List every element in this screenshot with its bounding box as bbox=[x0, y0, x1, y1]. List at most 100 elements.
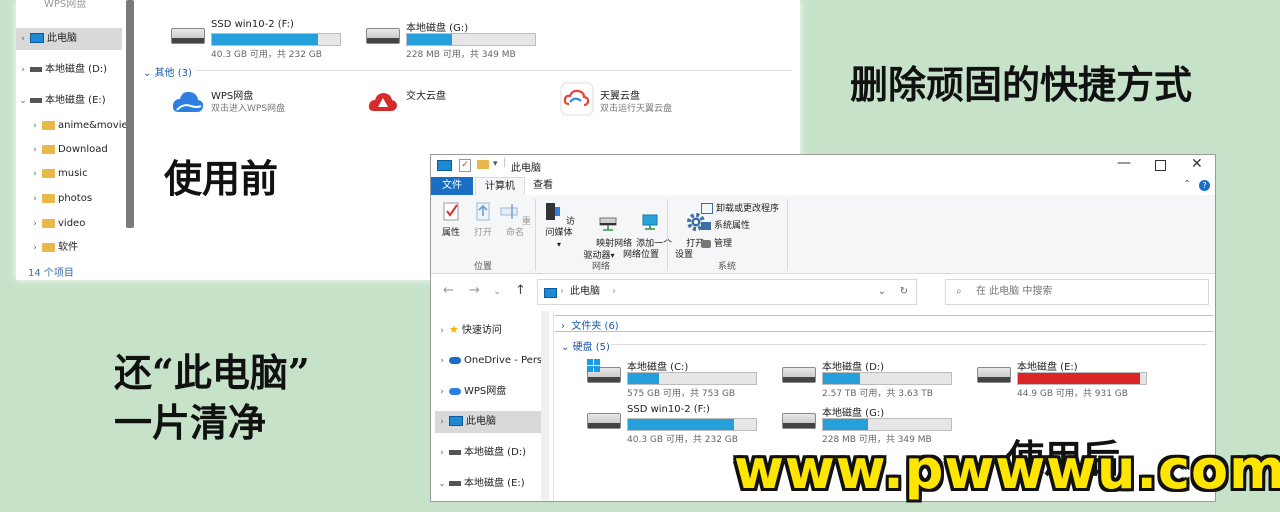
maximize-button[interactable] bbox=[1155, 160, 1166, 171]
new-folder-quick-icon[interactable] bbox=[477, 160, 489, 169]
nav-scrollbar[interactable] bbox=[541, 311, 549, 501]
nav-item-folder[interactable]: › video bbox=[28, 213, 85, 235]
properties-quick-icon[interactable]: ✓ bbox=[459, 159, 471, 172]
open-button[interactable]: 打开 bbox=[469, 201, 497, 239]
wps-cloud-icon bbox=[449, 387, 461, 395]
folder-icon bbox=[42, 144, 55, 154]
nav-item-folder[interactable]: › 软件 bbox=[28, 237, 78, 259]
window-title: 此电脑 bbox=[511, 163, 541, 174]
nav-item-wps[interactable]: › WPS网盘 bbox=[435, 381, 506, 403]
manage-button[interactable]: 管理 bbox=[701, 239, 732, 250]
section-header-folders[interactable]: › 文件夹 (6) bbox=[561, 317, 619, 332]
nav-item-drive-d[interactable]: › 本地磁盘 (D:) bbox=[435, 442, 526, 464]
nav-item-drive-e[interactable]: ⌄ 本地磁盘 (E:) bbox=[16, 90, 105, 112]
access-media-button[interactable]: 访问媒体 ▾ bbox=[539, 201, 579, 251]
tab-file[interactable]: 文件 bbox=[431, 177, 473, 195]
drive-icon bbox=[782, 367, 816, 383]
manage-icon bbox=[701, 239, 711, 248]
back-button[interactable]: ← bbox=[443, 283, 454, 298]
properties-button[interactable]: 属性 bbox=[437, 201, 465, 239]
rename-button[interactable]: 重命名 bbox=[499, 201, 531, 239]
nav-item-folder[interactable]: › anime&movie bbox=[28, 115, 127, 137]
drive-icon bbox=[449, 449, 461, 455]
chevron-right-icon[interactable]: › bbox=[435, 320, 449, 342]
chevron-down-icon[interactable]: ⌄ bbox=[435, 473, 449, 495]
folder-icon bbox=[42, 218, 55, 228]
nav-item-quick-access[interactable]: › ★ 快速访问 bbox=[435, 319, 502, 341]
close-button[interactable]: ✕ bbox=[1191, 156, 1203, 172]
up-button[interactable]: ↑ bbox=[515, 283, 526, 298]
before-caption: 使用前 bbox=[164, 156, 279, 201]
chevron-right-icon[interactable]: › bbox=[28, 237, 42, 259]
address-dropdown-icon[interactable]: ⌄ bbox=[878, 280, 886, 304]
chevron-right-icon[interactable]: › bbox=[16, 28, 30, 50]
search-input[interactable]: 在 此电脑 中搜索 bbox=[976, 280, 1052, 304]
chevron-right-icon[interactable]: › bbox=[435, 350, 449, 372]
chevron-right-icon[interactable]: › bbox=[435, 411, 449, 433]
nav-scrollbar[interactable] bbox=[126, 0, 134, 228]
nav-item-onedrive[interactable]: › OneDrive - Pers bbox=[435, 350, 542, 372]
recent-dropdown-icon[interactable]: ⌄ bbox=[493, 286, 501, 297]
usage-bar bbox=[822, 418, 952, 431]
ribbon: 属性 打开 重命名 位置 访问媒体 ▾ 映射网络 驱动器▾ 添加一个 网络位置 网… bbox=[431, 195, 1215, 274]
tab-computer[interactable]: 计算机 bbox=[475, 177, 525, 196]
address-bar[interactable]: › 此电脑 › ⌄ ↻ bbox=[537, 279, 917, 305]
breadcrumb-this-pc[interactable]: 此电脑 bbox=[570, 280, 600, 304]
chevron-right-icon[interactable]: › bbox=[28, 139, 42, 161]
section-divider bbox=[196, 70, 792, 71]
nav-item-this-pc[interactable]: › 此电脑 bbox=[16, 28, 122, 50]
chevron-down-icon[interactable]: ⌄ bbox=[16, 90, 30, 112]
breadcrumb-chevron-icon[interactable]: › bbox=[612, 280, 616, 304]
headline-caption: 删除顽固的快捷方式 bbox=[850, 62, 1193, 107]
refresh-icon[interactable]: ↻ bbox=[900, 280, 908, 304]
drive-icon bbox=[366, 28, 400, 44]
ribbon-separator bbox=[787, 199, 788, 271]
drive-icon bbox=[587, 413, 621, 429]
minimize-button[interactable]: — bbox=[1117, 155, 1131, 171]
forward-button[interactable]: → bbox=[469, 283, 480, 298]
before-nav-pane: WPS网盘 › 此电脑 › 本地磁盘 (D:) ⌄ 本地磁盘 (E:) › anime&… bbox=[16, 0, 138, 280]
nav-item-this-pc[interactable]: › 此电脑 bbox=[435, 411, 541, 433]
title-bar[interactable]: ✓ ▾ | 此电脑 — ✕ bbox=[431, 155, 1215, 177]
chevron-right-icon[interactable]: › bbox=[16, 59, 30, 81]
nav-item-folder[interactable]: › music bbox=[28, 163, 87, 185]
jiaoda-cloud-icon bbox=[368, 93, 397, 111]
system-properties-button[interactable]: 系统属性 bbox=[701, 221, 750, 232]
tab-view[interactable]: 查看 bbox=[525, 177, 561, 195]
status-item-count: 14 个项目 bbox=[28, 268, 74, 279]
chevron-right-icon[interactable]: › bbox=[28, 213, 42, 235]
nav-item-drive-e[interactable]: ⌄ 本地磁盘 (E:) bbox=[435, 473, 524, 495]
chevron-down-icon: ⌄ bbox=[143, 68, 155, 79]
uninstall-program-button[interactable]: 卸载或更改程序 bbox=[701, 203, 779, 215]
chevron-right-icon[interactable]: › bbox=[28, 115, 42, 137]
nav-item-drive-d[interactable]: › 本地磁盘 (D:) bbox=[16, 59, 107, 81]
section-header-drives[interactable]: ⌄ 硬盘 (5) bbox=[561, 338, 610, 353]
breadcrumb-chevron-icon[interactable]: › bbox=[560, 280, 564, 304]
chevron-right-icon[interactable]: › bbox=[28, 188, 42, 210]
section-header-others[interactable]: ⌄ 其他 (3) bbox=[143, 64, 192, 79]
tianyi-cloud-icon bbox=[560, 82, 594, 116]
folder-icon bbox=[42, 242, 55, 252]
search-icon: ⌕ bbox=[956, 286, 962, 297]
section-highlight bbox=[555, 315, 1213, 316]
windows-logo-icon bbox=[587, 359, 600, 372]
wps-cloud-icon bbox=[172, 91, 204, 112]
chevron-right-icon[interactable]: › bbox=[28, 163, 42, 185]
search-box[interactable]: ⌕ 在 此电脑 中搜索 bbox=[945, 279, 1209, 305]
folder-icon bbox=[42, 193, 55, 203]
folder-icon bbox=[42, 168, 55, 178]
usage-bar bbox=[406, 33, 536, 46]
dropdown-arrow-icon: ▾ bbox=[556, 240, 561, 249]
nav-item-folder[interactable]: › Download bbox=[28, 139, 108, 161]
star-icon: ★ bbox=[449, 323, 459, 336]
drive-icon bbox=[30, 97, 42, 103]
nav-item-folder[interactable]: › photos bbox=[28, 188, 92, 210]
chevron-right-icon[interactable]: › bbox=[435, 381, 449, 403]
drive-icon bbox=[171, 28, 205, 44]
ribbon-collapse-icon[interactable]: ⌃ bbox=[1183, 179, 1191, 190]
media-server-icon bbox=[546, 203, 561, 220]
chevron-right-icon[interactable]: › bbox=[435, 442, 449, 464]
quick-access-dropdown-icon[interactable]: ▾ bbox=[493, 159, 498, 169]
nav-item-partial[interactable]: WPS网盘 bbox=[44, 0, 86, 16]
help-icon[interactable]: ? bbox=[1199, 180, 1210, 191]
